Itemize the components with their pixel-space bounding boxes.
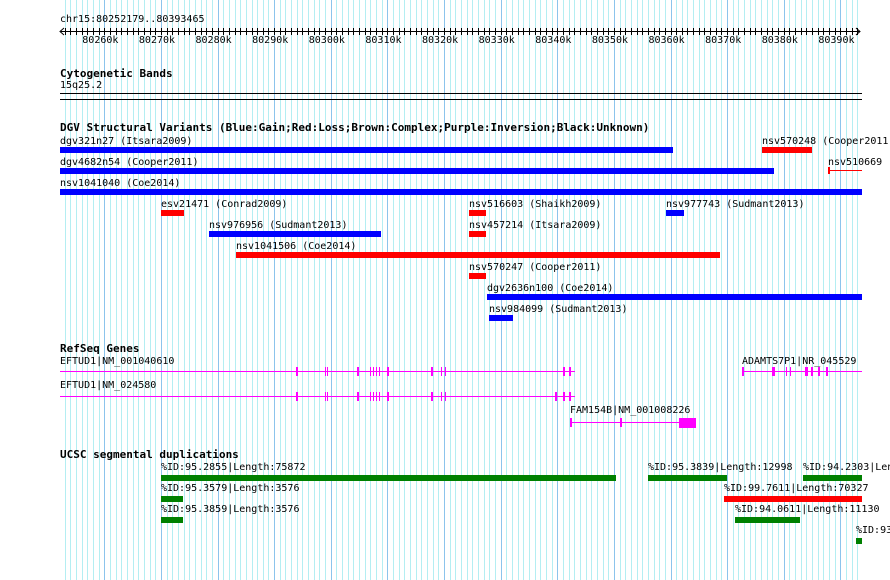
segdup-label[interactable]: %ID:99.7611|Length:70327 bbox=[724, 483, 869, 494]
eftud1-nm001040610-exon bbox=[441, 367, 442, 376]
eftud1-nm024580-exon bbox=[296, 392, 298, 401]
segdup-label[interactable]: %ID:94.0611|Length:11130 bbox=[735, 504, 880, 515]
adamts7p1-exon bbox=[805, 367, 808, 376]
adamts7p1-exon bbox=[772, 367, 775, 376]
eftud1-nm001040610-exon bbox=[431, 367, 433, 376]
adamts7p1-exon bbox=[786, 367, 787, 376]
segdup-bar[interactable] bbox=[161, 496, 183, 502]
segdup-label[interactable]: %ID:94.2303|Len bbox=[803, 462, 890, 473]
adamts7p1-exon bbox=[742, 367, 744, 376]
eftud1-nm001040610-exon bbox=[445, 367, 446, 376]
segdup-label[interactable]: %ID:95.3859|Length:3576 bbox=[161, 504, 299, 515]
fam154b-exon bbox=[679, 418, 696, 428]
eftud1-nm001040610-exon bbox=[569, 367, 571, 376]
eftud1-nm001040610-exon bbox=[376, 367, 377, 376]
segdup-label[interactable]: %ID:95.3839|Length:12998 bbox=[648, 462, 793, 473]
segdup-bar[interactable] bbox=[856, 538, 862, 544]
segdup-track-title: UCSC segmental duplications bbox=[60, 448, 239, 461]
segdup-bar[interactable] bbox=[161, 475, 616, 481]
segdup-label[interactable]: %ID:93 bbox=[856, 525, 890, 536]
eftud1-nm001040610-exon bbox=[357, 367, 359, 376]
segdup-bar[interactable] bbox=[735, 517, 800, 523]
eftud1-nm024580-exon bbox=[387, 392, 389, 401]
segdup-bar[interactable] bbox=[161, 517, 183, 523]
segdup-label[interactable]: %ID:95.3579|Length:3576 bbox=[161, 483, 299, 494]
segdup-bar[interactable] bbox=[648, 475, 727, 481]
adamts7p1-exon bbox=[818, 367, 820, 376]
eftud1-nm024580-exon bbox=[569, 392, 571, 401]
eftud1-nm001040610-exon bbox=[387, 367, 389, 376]
adamts7p1-exon bbox=[811, 367, 813, 376]
adamts7p1-exon bbox=[790, 367, 791, 376]
segdup-bar[interactable] bbox=[724, 496, 862, 502]
adamts7p1-exon bbox=[826, 367, 828, 376]
eftud1-nm001040610-exon bbox=[370, 367, 371, 376]
eftud1-nm001040610-exon bbox=[325, 367, 326, 376]
eftud1-nm024580-exon bbox=[563, 392, 565, 401]
eftud1-nm024580-exon bbox=[376, 392, 377, 401]
eftud1-nm024580-exon bbox=[373, 392, 374, 401]
eftud1-nm024580-exon bbox=[327, 392, 328, 401]
eftud1-nm024580-exon bbox=[370, 392, 371, 401]
eftud1-nm001040610-exon bbox=[327, 367, 328, 376]
eftud1-nm024580-exon bbox=[379, 392, 380, 401]
eftud1-nm001040610-exon bbox=[373, 367, 374, 376]
segdup-label[interactable]: %ID:95.2855|Length:75872 bbox=[161, 462, 306, 473]
eftud1-nm024580-exon bbox=[325, 392, 326, 401]
eftud1-nm024580-exon bbox=[357, 392, 359, 401]
eftud1-nm024580-exon bbox=[445, 392, 446, 401]
eftud1-nm001040610-exon bbox=[296, 367, 298, 376]
fam154b-exon bbox=[570, 418, 572, 427]
fam154b-exon bbox=[620, 418, 622, 427]
eftud1-nm024580-exon bbox=[431, 392, 433, 401]
eftud1-nm001040610-exon bbox=[563, 367, 565, 376]
eftud1-nm024580-exon bbox=[441, 392, 442, 401]
eftud1-nm024580-exon bbox=[555, 392, 557, 401]
eftud1-nm001040610-exon bbox=[379, 367, 380, 376]
segdup-bar[interactable] bbox=[803, 475, 862, 481]
